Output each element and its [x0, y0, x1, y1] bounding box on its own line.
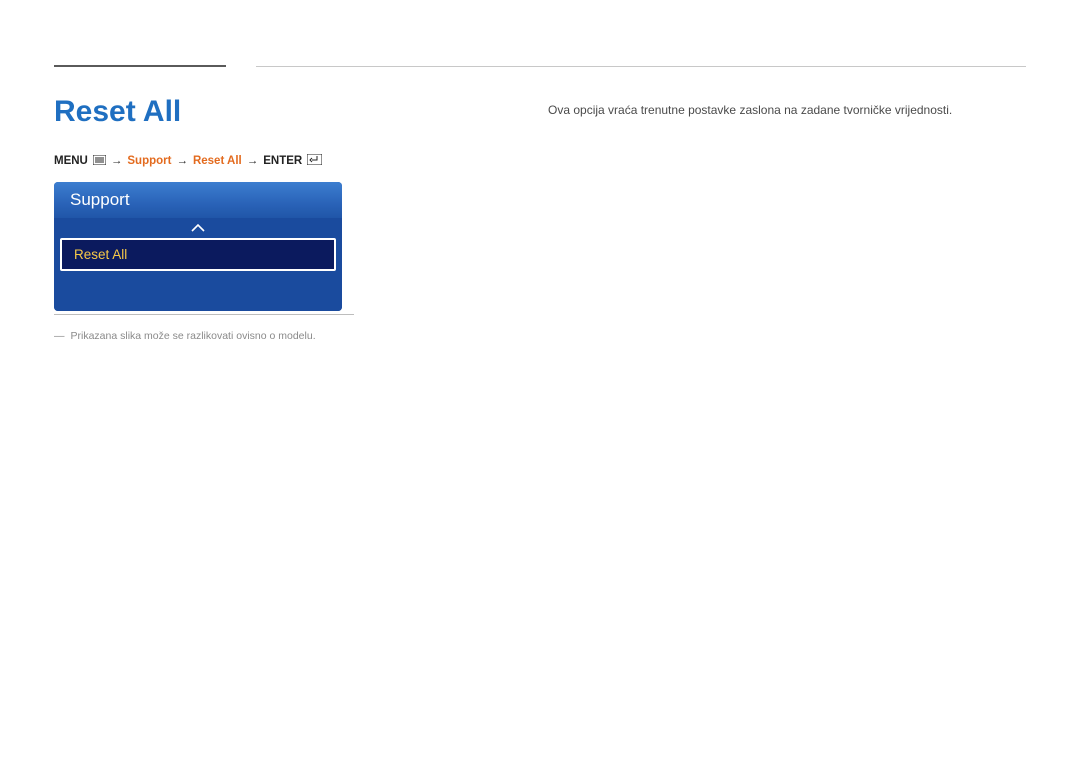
osd-panel: Support Reset All [54, 182, 342, 311]
top-accent-bar [54, 65, 226, 67]
breadcrumb-arrow-3: → [247, 155, 259, 167]
disclaimer-dash: ― [54, 330, 65, 342]
top-rule [256, 66, 1026, 67]
enter-icon [307, 154, 322, 168]
chevron-up-icon [191, 221, 205, 235]
osd-scroll-up[interactable] [54, 218, 342, 238]
breadcrumb-reset-all: Reset All [193, 155, 242, 167]
menu-icon [93, 155, 106, 168]
breadcrumb-arrow-1: → [111, 155, 123, 167]
osd-header: Support [54, 182, 342, 218]
breadcrumb-menu-label: MENU [54, 155, 88, 167]
page-title: Reset All [54, 95, 181, 129]
breadcrumb-arrow-2: → [176, 155, 188, 167]
disclaimer: ― Prikazana slika može se razlikovati ov… [54, 330, 316, 342]
breadcrumb: MENU → Support → Reset All → ENTER [54, 154, 322, 168]
breadcrumb-enter-label: ENTER [263, 155, 302, 167]
description-text: Ova opcija vraća trenutne postavke zaslo… [548, 103, 952, 117]
breadcrumb-support: Support [127, 155, 171, 167]
disclaimer-text: Prikazana slika može se razlikovati ovis… [71, 330, 316, 342]
image-divider [54, 314, 354, 315]
osd-item-reset-all[interactable]: Reset All [60, 238, 336, 271]
osd-bottom-pad [54, 277, 342, 311]
